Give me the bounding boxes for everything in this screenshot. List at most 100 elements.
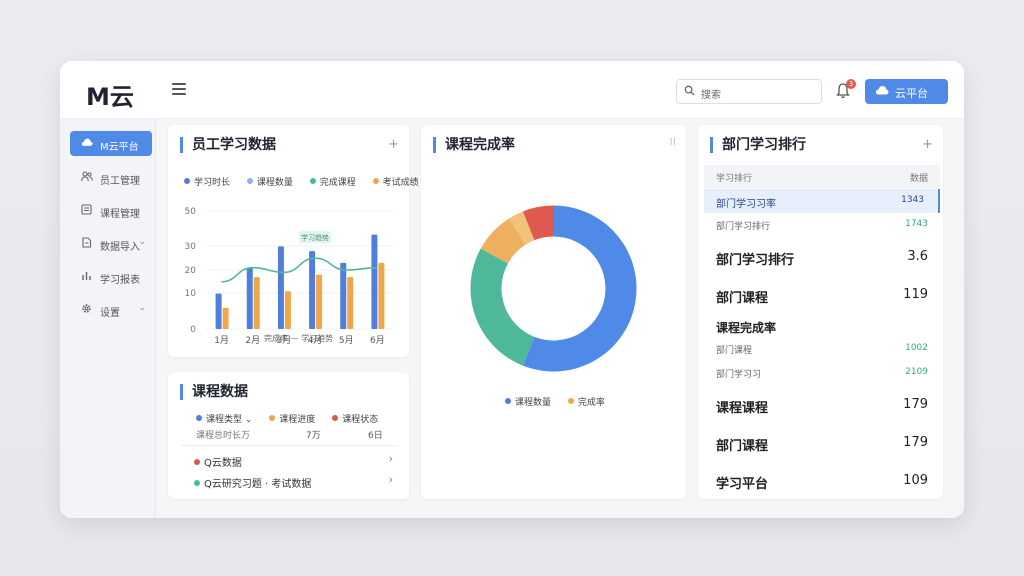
cloud-icon <box>81 138 93 146</box>
add-icon[interactable]: + <box>388 137 399 152</box>
rank-row[interactable]: 部门学习习率 1343 <box>704 189 940 213</box>
book-icon <box>81 204 92 215</box>
rank-row[interactable]: 部门课程 119 <box>710 275 940 313</box>
rank-row[interactable]: 部门学习习 2109 <box>710 361 940 385</box>
rank-label: 部门学习习率 <box>716 199 776 210</box>
legend-item: 课程数量 <box>505 398 551 408</box>
menu-toggle-icon[interactable] <box>172 83 186 95</box>
top-bar: M云 搜索 3 云平台 <box>60 61 964 119</box>
cloud-platform-button[interactable]: 云平台 <box>865 79 948 104</box>
rank-label: 部门课程 <box>716 291 769 306</box>
filter-course-status[interactable]: 课程状态 <box>332 415 378 425</box>
search-icon <box>684 85 695 96</box>
chart-icon <box>82 272 91 280</box>
bar <box>222 307 229 329</box>
sidebar: M云平台 员工管理 课程管理 数据导入 ⌄ 学习报表 设置 ⌄ <box>60 119 156 518</box>
sidebar-item-label: 设置 <box>100 308 120 319</box>
rank-row[interactable]: 课程完成率 <box>710 313 940 337</box>
sidebar-item-label: 数据导入 <box>100 242 140 253</box>
rank-value: 109 <box>903 473 928 488</box>
rank-label: 部门课程 <box>716 439 769 454</box>
completion-donut-chart <box>470 205 637 372</box>
donut-legend: 课程数量 完成率 <box>505 395 605 408</box>
rank-label: 课程课程 <box>716 401 769 416</box>
sidebar-item-label: 课程管理 <box>100 209 140 220</box>
filter-course-type[interactable]: 课程类型 ⌄ <box>196 415 252 425</box>
rank-row[interactable]: 部门课程 179 <box>710 423 940 461</box>
chevron-down-icon: ⌄ <box>138 237 146 247</box>
rank-value: 119 <box>903 287 928 302</box>
bar <box>378 262 385 329</box>
chart-legend: 学习时长 课程数量 完成课程 考试成绩 <box>184 175 419 188</box>
notification-badge: 3 <box>846 79 856 89</box>
rank-label: 部门课程 <box>716 346 753 356</box>
rank-value: 2109 <box>905 367 928 377</box>
add-icon[interactable]: + <box>922 137 933 152</box>
rank-label: 部门学习排行 <box>716 222 771 232</box>
app-window: M云 搜索 3 云平台 M云平台 员工管理 课程管理 数据导入 ⌄ 学习报表 设… <box>60 61 964 518</box>
rank-row[interactable]: 部门学习排行 1743 <box>710 213 940 237</box>
sidebar-item-courses[interactable]: 课程管理 <box>70 198 152 223</box>
sidebar-item-settings[interactable]: 设置 ⌄ <box>70 297 152 322</box>
chevron-right-icon[interactable]: › <box>389 473 393 486</box>
y-tick-label: 0 <box>190 325 196 335</box>
summary-label: 课程总时长万 <box>196 431 251 441</box>
x-tick-label: 5月 <box>339 335 354 346</box>
legend-item: 学习时长 <box>184 178 230 188</box>
course-list-item[interactable]: Q云研究习题 · 考试数据 <box>194 475 311 490</box>
summary-value: 7万 <box>306 431 321 441</box>
rank-value: 179 <box>903 397 928 412</box>
rank-label: 学习平台 <box>716 477 769 492</box>
bar <box>284 291 291 329</box>
chevron-right-icon[interactable]: › <box>389 452 393 465</box>
y-tick-label: 50 <box>185 207 197 217</box>
bar <box>253 277 260 329</box>
card-title: 课程完成率 <box>433 137 515 153</box>
course-data-card: 课程数据 课程类型 ⌄ 课程进度 课程状态 课程总时长万 7万 6日 Q云数据 … <box>168 372 409 499</box>
bar <box>246 267 253 329</box>
search-input[interactable]: 搜索 <box>676 79 822 104</box>
rank-row[interactable]: 部门学习排行 3.6 <box>710 237 940 275</box>
x-tick-label: 6月 <box>370 335 385 346</box>
chevron-down-icon: ⌄ <box>138 303 146 313</box>
rank-row[interactable]: 部门课程 1002 <box>710 337 940 361</box>
sidebar-item-staff[interactable]: 员工管理 <box>70 165 152 190</box>
legend-item: 完成课程 <box>309 178 356 188</box>
users-icon <box>81 171 93 182</box>
rank-label: 部门学习排行 <box>716 253 795 268</box>
sidebar-item-label: M云平台 <box>100 142 139 153</box>
course-list-item[interactable]: Q云数据 <box>194 454 242 469</box>
cloud-icon <box>875 86 889 95</box>
sidebar-item-label: 员工管理 <box>100 176 140 187</box>
bar <box>316 274 323 329</box>
more-icon[interactable]: ⁝⁝ <box>670 137 676 148</box>
card-title: 员工学习数据 <box>180 137 276 153</box>
rank-value: 179 <box>903 435 928 450</box>
y-tick-label: 20 <box>185 266 197 276</box>
bar <box>277 246 284 329</box>
sidebar-item-cloud[interactable]: M云平台 <box>70 131 152 156</box>
rank-value: 1002 <box>905 343 928 353</box>
donut-slice <box>470 248 535 366</box>
sidebar-item-reports[interactable]: 学习报表 <box>70 264 152 289</box>
y-tick-label: 30 <box>185 242 197 252</box>
completion-card: 课程完成率 ⁝⁝ 课程数量 完成率 <box>421 125 686 499</box>
rank-label: 部门学习习 <box>716 370 762 380</box>
course-filters: 课程类型 ⌄ 课程进度 课程状态 <box>196 412 378 425</box>
legend-item: 完成率 <box>567 398 605 408</box>
x-tick-label: 1月 <box>214 335 229 346</box>
rank-table-header: 学习排行 数据 <box>704 165 940 188</box>
rank-value: 3.6 <box>907 249 928 264</box>
search-placeholder: 搜索 <box>701 90 721 101</box>
rank-row[interactable]: 学习平台 109 <box>710 461 940 499</box>
rank-value: 1343 <box>901 195 924 205</box>
rank-row[interactable]: 课程课程 179 <box>710 385 940 423</box>
bar <box>309 251 316 329</box>
sidebar-item-import[interactable]: 数据导入 ⌄ <box>70 231 152 256</box>
legend-item: 考试成绩 <box>372 178 419 188</box>
divider <box>180 445 397 446</box>
filter-course-progress[interactable]: 课程进度 <box>269 415 315 425</box>
chart-bottom-legend: 完成率 — 学习趋势 <box>264 334 334 343</box>
sidebar-item-label: 学习报表 <box>100 275 140 286</box>
card-title: 部门学习排行 <box>710 137 806 153</box>
